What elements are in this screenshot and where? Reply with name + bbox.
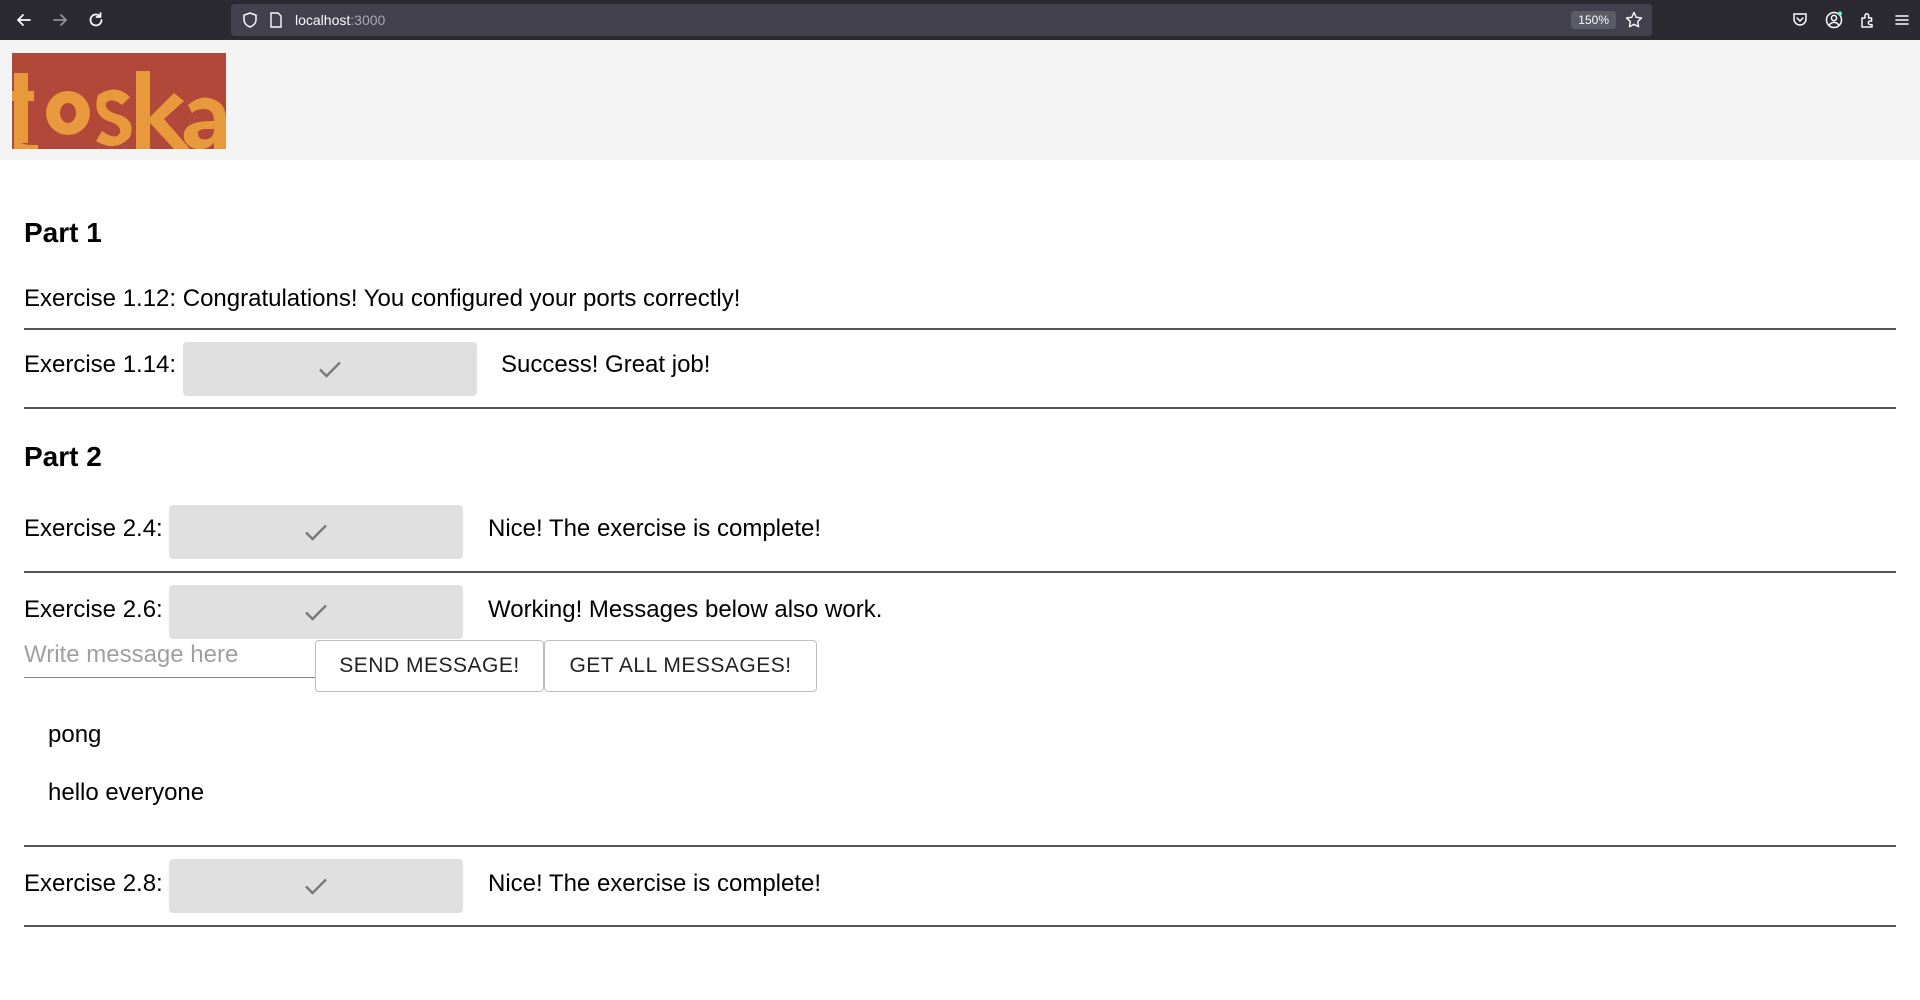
exercise-1-12-text: Exercise 1.12: Congratulations! You conf…: [24, 285, 741, 312]
exercise-2-8-label: Exercise 2.8:: [24, 870, 163, 897]
message-item: pong: [48, 721, 102, 748]
divider: [24, 925, 1896, 927]
toolbar-right-icons: [1790, 0, 1912, 40]
divider: [24, 571, 1896, 573]
toska-logo: [12, 53, 226, 149]
reload-button[interactable]: [78, 0, 114, 40]
message-input[interactable]: [24, 633, 315, 678]
browser-toolbar: localhost:3000 150%: [0, 0, 1920, 41]
forward-button[interactable]: [42, 0, 78, 40]
account-icon[interactable]: [1824, 10, 1844, 30]
extensions-icon[interactable]: [1858, 10, 1878, 30]
divider: [24, 328, 1896, 330]
zoom-badge[interactable]: 150%: [1571, 11, 1616, 29]
url-host: localhost: [295, 12, 351, 28]
part1-title: Part 1: [24, 217, 102, 248]
part2-title: Part 2: [24, 441, 102, 472]
send-message-button[interactable]: SEND MESSAGE!: [315, 640, 544, 692]
divider: [24, 845, 1896, 847]
shield-icon[interactable]: [241, 11, 259, 29]
back-button[interactable]: [6, 0, 42, 40]
menu-icon[interactable]: [1892, 10, 1912, 30]
forward-arrow-icon: [53, 14, 67, 26]
star-icon[interactable]: [1624, 10, 1644, 30]
exercise-2-4-check-button[interactable]: [169, 505, 463, 559]
exercise-2-4-status: Nice! The exercise is complete!: [488, 515, 822, 542]
reload-icon: [89, 12, 103, 27]
exercise-2-8-status: Nice! The exercise is complete!: [488, 870, 822, 897]
url-port: :3000: [350, 12, 386, 28]
exercise-2-8-check-button[interactable]: [169, 859, 463, 913]
check-icon: [305, 604, 327, 621]
check-icon: [305, 878, 327, 895]
app-header: [0, 40, 1920, 160]
pocket-icon[interactable]: [1790, 10, 1810, 30]
exercise-1-14-check-button[interactable]: [183, 342, 477, 396]
exercise-2-6-status: Working! Messages below also work.: [488, 596, 883, 623]
exercise-1-14-status: Success! Great job!: [501, 351, 711, 378]
url-bar[interactable]: localhost:3000 150%: [231, 4, 1652, 36]
get-all-messages-button[interactable]: GET ALL MESSAGES!: [544, 640, 817, 692]
check-icon: [305, 524, 327, 541]
exercise-2-4-label: Exercise 2.4:: [24, 515, 163, 542]
divider: [24, 407, 1896, 409]
check-icon: [319, 361, 341, 378]
exercise-2-6-label: Exercise 2.6:: [24, 596, 163, 623]
page-icon: [270, 12, 282, 28]
message-item: hello everyone: [48, 779, 205, 806]
exercise-2-6-check-button[interactable]: [169, 585, 463, 639]
exercise-1-14-label: Exercise 1.14:: [24, 351, 177, 378]
back-arrow-icon: [17, 14, 31, 26]
